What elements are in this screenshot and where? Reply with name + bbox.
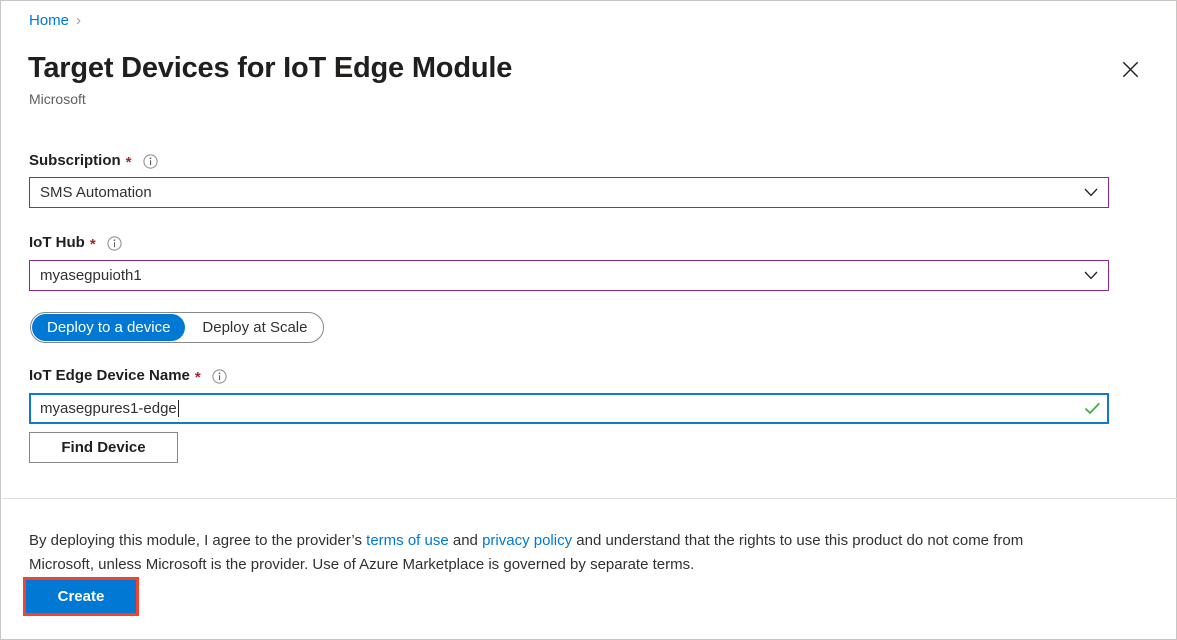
iot-hub-dropdown[interactable]: myasegpuioth1 [29, 260, 1109, 291]
footer-divider [2, 498, 1177, 499]
deployment-mode-toggle: Deploy to a device Deploy at Scale [30, 312, 325, 343]
subscription-value: SMS Automation [40, 183, 152, 201]
blade-panel: Home › Target Devices for IoT Edge Modul… [0, 0, 1177, 640]
legal-text-part2: and [448, 532, 483, 549]
iot-hub-label: IoT Hub * [29, 233, 122, 253]
chevron-down-icon [1074, 188, 1108, 197]
breadcrumb: Home › [29, 11, 81, 31]
close-button[interactable] [1114, 53, 1146, 85]
device-name-value: myasegpures1-edge [40, 399, 177, 417]
subscription-dropdown[interactable]: SMS Automation [29, 177, 1109, 208]
chevron-down-icon [1074, 271, 1108, 280]
find-device-button[interactable]: Find Device [29, 432, 178, 463]
required-asterisk: * [125, 154, 132, 171]
info-icon-glyph [212, 368, 227, 384]
device-name-label: IoT Edge Device Name * [29, 366, 227, 386]
device-name-input[interactable]: myasegpures1-edge [29, 393, 1109, 424]
subscription-label: Subscription * [29, 151, 158, 171]
required-asterisk: * [89, 236, 96, 253]
legal-text-part1: By deploying this module, I agree to the… [29, 532, 367, 549]
device-name-value-wrap: myasegpures1-edge [31, 399, 1077, 419]
breadcrumb-item-home[interactable]: Home [29, 11, 69, 31]
info-icon[interactable] [107, 235, 122, 251]
chevron-right-icon: › [76, 12, 82, 29]
subscription-label-text: Subscription [29, 152, 121, 169]
info-icon[interactable] [142, 153, 158, 169]
checkmark-icon [1077, 402, 1107, 415]
publisher-label: Microsoft [29, 91, 86, 107]
toggle-option-deploy-at-scale[interactable]: Deploy at Scale [187, 314, 322, 341]
page-title: Target Devices for IoT Edge Module [28, 52, 513, 84]
privacy-policy-link[interactable]: privacy policy [482, 532, 572, 549]
text-caret [177, 400, 179, 417]
info-icon-glyph [142, 153, 158, 169]
create-button[interactable]: Create [26, 580, 136, 613]
iot-hub-value: myasegpuioth1 [40, 266, 142, 284]
terms-of-use-link[interactable]: terms of use [366, 532, 449, 549]
device-name-label-text: IoT Edge Device Name [29, 367, 190, 384]
toggle-option-deploy-to-a-device[interactable]: Deploy to a device [32, 314, 186, 341]
legal-disclaimer: By deploying this module, I agree to the… [29, 529, 1089, 577]
required-asterisk: * [194, 369, 201, 386]
create-button-highlight: Create [23, 577, 139, 616]
iot-hub-label-text: IoT Hub [29, 234, 85, 251]
info-icon-glyph [107, 235, 122, 251]
info-icon[interactable] [212, 368, 227, 384]
close-icon [1122, 61, 1138, 77]
